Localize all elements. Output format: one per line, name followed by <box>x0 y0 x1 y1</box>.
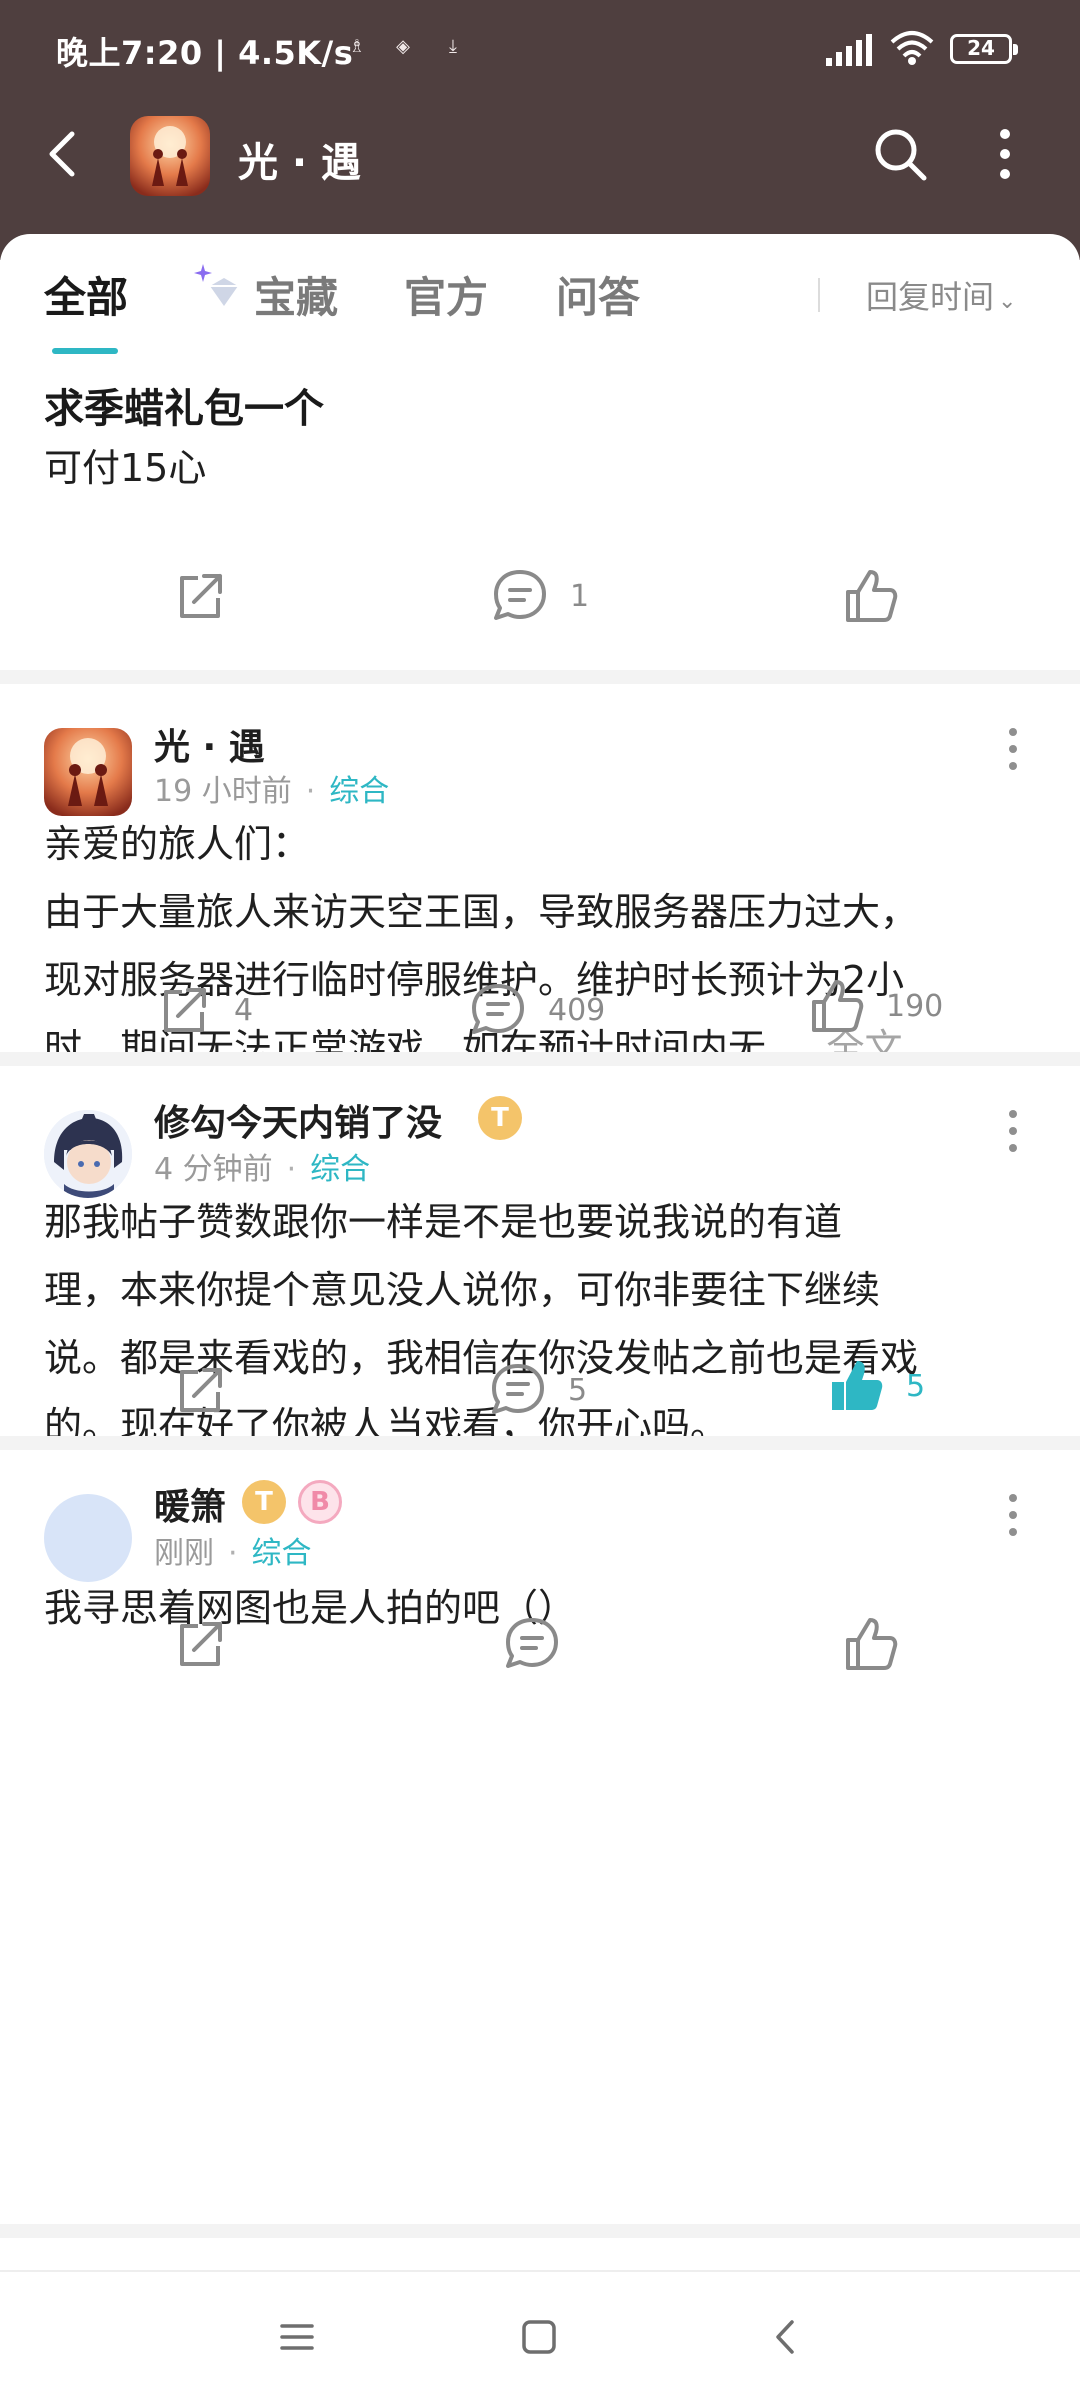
divider <box>0 2224 1080 2238</box>
divider <box>0 670 1080 684</box>
comment-icon <box>472 984 524 1034</box>
body-line: 亲爱的旅人们： <box>44 822 311 866</box>
post-category[interactable]: 综合 <box>310 1152 370 1187</box>
post-category[interactable]: 综合 <box>252 1536 312 1571</box>
chevron-left-icon[interactable] <box>36 126 92 182</box>
status-time: 晚上7:20 | 4.5K/s <box>56 34 354 72</box>
like-button[interactable]: 5 <box>826 1354 925 1418</box>
post-card[interactable]: 求季蜡礼包一个 可付15心 1 <box>0 234 1080 670</box>
comment-count: 409 <box>548 992 606 1028</box>
body-line: 那我帖子赞数跟你一样是不是也要说我说的有道 <box>44 1200 843 1244</box>
post-more-icon[interactable] <box>1006 728 1020 780</box>
shield-icon: ◈ <box>396 36 410 57</box>
wifi-icon <box>890 31 934 65</box>
avatar[interactable] <box>44 728 132 816</box>
like-button[interactable]: 190 <box>806 974 943 1038</box>
post-time: 4 分钟前 <box>154 1152 273 1187</box>
page-title: 光 · 遇 <box>238 140 362 186</box>
post-category[interactable]: 综合 <box>329 774 389 809</box>
share-icon <box>180 1622 222 1666</box>
post-more-icon[interactable] <box>1006 1110 1020 1162</box>
share-icon <box>164 988 206 1032</box>
like-button[interactable] <box>840 564 900 628</box>
share-icon <box>180 574 222 618</box>
author-name[interactable]: 修勾今天内销了没 <box>154 1094 442 1146</box>
signal-icon <box>826 34 872 66</box>
thumbs-up-icon <box>846 570 898 622</box>
home-icon[interactable] <box>514 2312 564 2362</box>
avatar[interactable] <box>44 1110 132 1198</box>
post-card[interactable]: 暖箫 T B 刚刚 · 综合 我寻思着网图也是人拍的吧（） <box>0 1450 1080 1870</box>
app-header: 晚上7:20 | 4.5K/s ♗ ◈ ⤓ 24 光 · 遇 <box>0 0 1080 260</box>
comment-icon <box>492 1364 544 1414</box>
like-count: 190 <box>886 988 944 1024</box>
divider <box>0 1052 1080 1066</box>
comment-icon <box>494 570 546 620</box>
avatar[interactable] <box>44 1494 132 1582</box>
post-meta: 4 分钟前 · 综合 <box>154 1152 371 1187</box>
comment-button[interactable]: 5 <box>488 1358 587 1422</box>
post-meta: 刚刚 · 综合 <box>154 1536 312 1571</box>
body-line: 由于大量旅人来访天空王国，导致服务器压力过大， <box>44 890 919 934</box>
share-icon <box>180 1368 222 1412</box>
post-more-icon[interactable] <box>1006 1494 1020 1546</box>
comment-icon <box>506 1618 558 1668</box>
like-button[interactable] <box>840 1612 900 1676</box>
search-icon[interactable] <box>870 124 930 184</box>
thumbs-up-icon <box>812 980 864 1032</box>
comment-button[interactable]: 409 <box>468 978 605 1042</box>
system-nav-bar <box>0 2270 1080 2400</box>
post-body: 可付15心 <box>44 446 207 490</box>
share-button[interactable] <box>170 1358 230 1422</box>
nav-bar: 光 · 遇 <box>0 100 1080 220</box>
community-logo[interactable] <box>130 116 210 196</box>
thumbs-up-icon <box>846 1618 898 1670</box>
author-name[interactable]: 光 · 遇 <box>154 718 265 770</box>
level-badge: T <box>478 1096 522 1140</box>
post-title: 求季蜡礼包一个 <box>44 386 324 432</box>
ghost-icon: ♗ <box>348 36 366 57</box>
share-button[interactable]: 4 <box>154 978 253 1042</box>
content-sheet: 全部 宝藏 官方 问答 回复时间 ⌄ 求季蜡礼包一个 可付15心 1 光 · 遇… <box>0 234 1080 2400</box>
share-count: 4 <box>234 992 254 1028</box>
thumbs-up-filled-icon <box>832 1361 883 1410</box>
share-button[interactable] <box>170 1612 230 1676</box>
comment-count: 5 <box>568 1372 588 1408</box>
author-name[interactable]: 暖箫 <box>154 1478 226 1530</box>
post-time: 刚刚 <box>154 1536 214 1571</box>
more-vertical-icon[interactable] <box>990 126 1020 182</box>
share-button[interactable] <box>170 564 230 628</box>
comment-count: 1 <box>570 578 590 614</box>
download-icon: ⤓ <box>449 36 457 57</box>
level-badge: T <box>242 1480 286 1524</box>
status-bar: 晚上7:20 | 4.5K/s ♗ ◈ ⤓ 24 <box>0 0 1080 100</box>
comment-button[interactable]: 1 <box>490 564 589 628</box>
back-icon[interactable] <box>762 2312 812 2362</box>
body-line: 理，本来你提个意见没人说你，可你非要往下继续 <box>44 1268 881 1312</box>
divider <box>0 1436 1080 1450</box>
battery-icon: 24 <box>950 34 1018 64</box>
member-badge: B <box>298 1480 342 1524</box>
menu-icon[interactable] <box>272 2312 322 2362</box>
post-meta: 19 小时前 · 综合 <box>154 774 390 809</box>
comment-button[interactable] <box>502 1612 562 1676</box>
like-count: 5 <box>906 1368 926 1404</box>
post-time: 19 小时前 <box>154 774 292 809</box>
